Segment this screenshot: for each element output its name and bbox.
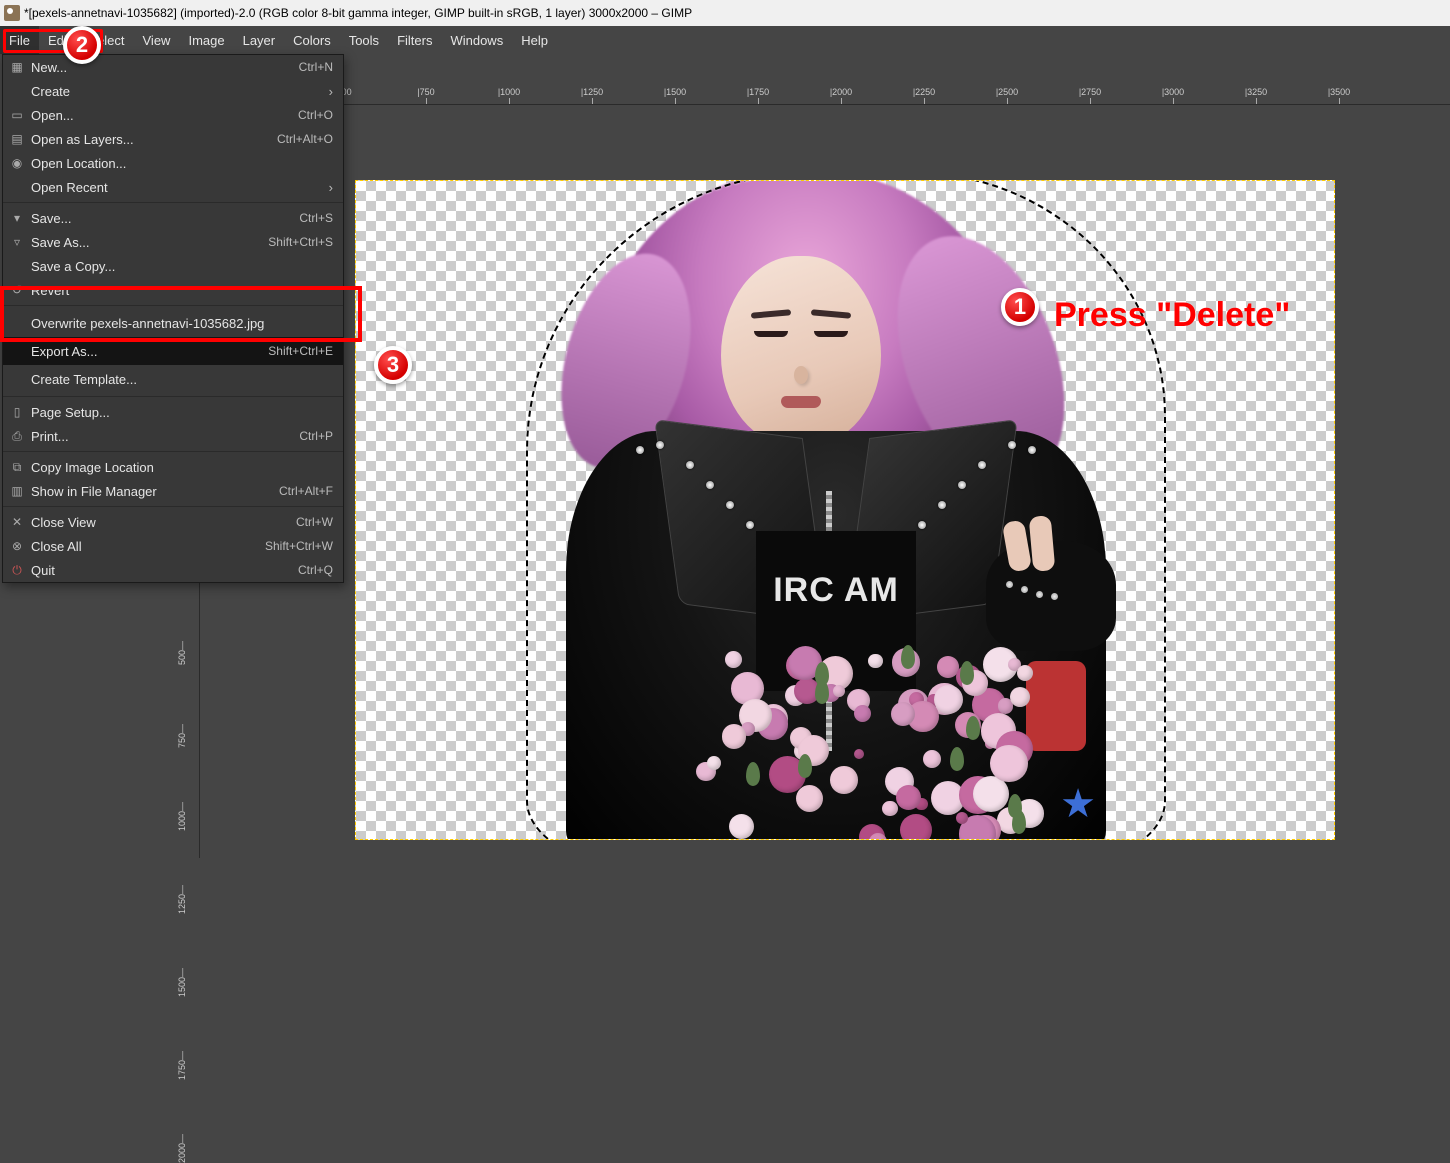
menu-item-create[interactable]: Create ›: [3, 79, 343, 103]
menu-item-save-copy[interactable]: Save a Copy...: [3, 254, 343, 278]
menu-item-close-all[interactable]: ⊗ Close All Shift+Ctrl+W: [3, 534, 343, 558]
tee-graphic-text: IRC AM: [756, 571, 916, 610]
folder-icon: ▥: [9, 484, 25, 498]
image-subject: IRC AM ★: [536, 180, 1176, 840]
menu-item-quit[interactable]: ⏻ Quit Ctrl+Q: [3, 558, 343, 582]
annotation-badge-3: 3: [374, 346, 412, 384]
subject-glove: [986, 541, 1116, 651]
menu-item-open-location[interactable]: ◉ Open Location...: [3, 151, 343, 175]
document-new-icon: ▦: [9, 60, 25, 74]
gimp-wilber-icon: [4, 5, 20, 21]
close-all-icon: ⊗: [9, 539, 25, 553]
menu-item-open[interactable]: ▭ Open... Ctrl+O: [3, 103, 343, 127]
menu-separator: [3, 396, 343, 397]
print-icon: ⎙: [9, 429, 25, 444]
menu-item-save[interactable]: ▾ Save... Ctrl+S: [3, 206, 343, 230]
page-setup-icon: ▯: [9, 405, 25, 419]
submenu-arrow-icon: ›: [329, 84, 333, 99]
menu-filters[interactable]: Filters: [388, 26, 441, 54]
subject-flowers: [676, 641, 1056, 840]
menubar: File Edit Select View Image Layer Colors…: [0, 26, 1450, 54]
copy-icon: ⧉: [9, 460, 25, 475]
close-icon: ✕: [9, 515, 25, 529]
window-title: *[pexels-annetnavi-1035682] (imported)-2…: [24, 6, 692, 20]
quit-icon: ⏻: [9, 563, 25, 578]
submenu-arrow-icon: ›: [329, 180, 333, 195]
layers-icon: ▤: [9, 132, 25, 146]
subject-face: [721, 256, 881, 446]
star-patch-icon: ★: [1060, 781, 1096, 827]
menu-windows[interactable]: Windows: [441, 26, 512, 54]
menu-separator: [3, 202, 343, 203]
globe-icon: ◉: [9, 156, 25, 170]
menu-colors[interactable]: Colors: [284, 26, 340, 54]
menu-file[interactable]: File: [0, 26, 39, 54]
menu-layer[interactable]: Layer: [234, 26, 285, 54]
ruler-horizontal[interactable]: |250|500|750|1000|1250|1500|1750|2000|22…: [200, 85, 1450, 105]
annotation-badge-2: 2: [63, 26, 101, 64]
menu-item-create-template[interactable]: Create Template...: [3, 365, 343, 393]
menu-item-print[interactable]: ⎙ Print... Ctrl+P: [3, 424, 343, 448]
menu-item-copy-location[interactable]: ⧉ Copy Image Location: [3, 455, 343, 479]
file-menu-dropdown: ▦ New... Ctrl+N Create › ▭ Open... Ctrl+…: [2, 54, 344, 583]
menu-item-open-layers[interactable]: ▤ Open as Layers... Ctrl+Alt+O: [3, 127, 343, 151]
menu-item-new[interactable]: ▦ New... Ctrl+N: [3, 55, 343, 79]
menu-separator: [3, 506, 343, 507]
window-titlebar: *[pexels-annetnavi-1035682] (imported)-2…: [0, 0, 1450, 26]
menu-item-overwrite[interactable]: Overwrite pexels-annetnavi-1035682.jpg: [3, 309, 343, 337]
menu-item-show-in-fm[interactable]: ▥ Show in File Manager Ctrl+Alt+F: [3, 479, 343, 503]
menu-item-revert[interactable]: ↺ Revert: [3, 278, 343, 302]
menu-item-open-recent[interactable]: Open Recent ›: [3, 175, 343, 199]
menu-item-save-as[interactable]: ▿ Save As... Shift+Ctrl+S: [3, 230, 343, 254]
menu-help[interactable]: Help: [512, 26, 557, 54]
image-canvas[interactable]: IRC AM ★: [355, 180, 1335, 840]
menu-separator: [3, 451, 343, 452]
menu-tools[interactable]: Tools: [340, 26, 388, 54]
save-as-icon: ▿: [9, 235, 25, 249]
canvas-workarea: |250|500|750|1000|1250|1500|1750|2000|22…: [180, 85, 1450, 858]
menu-item-page-setup[interactable]: ▯ Page Setup...: [3, 400, 343, 424]
menu-separator: [3, 305, 343, 306]
annotation-badge-1: 1: [1001, 288, 1039, 326]
menu-image[interactable]: Image: [179, 26, 233, 54]
menu-view[interactable]: View: [134, 26, 180, 54]
menu-item-close-view[interactable]: ✕ Close View Ctrl+W: [3, 510, 343, 534]
save-icon: ▾: [9, 211, 25, 225]
revert-icon: ↺: [9, 283, 25, 297]
menu-item-export-as[interactable]: Export As... Shift+Ctrl+E: [3, 337, 343, 365]
folder-open-icon: ▭: [9, 108, 25, 122]
annotation-text-1: Press "Delete": [1054, 296, 1290, 335]
canvas-background: IRC AM ★: [200, 105, 1450, 858]
